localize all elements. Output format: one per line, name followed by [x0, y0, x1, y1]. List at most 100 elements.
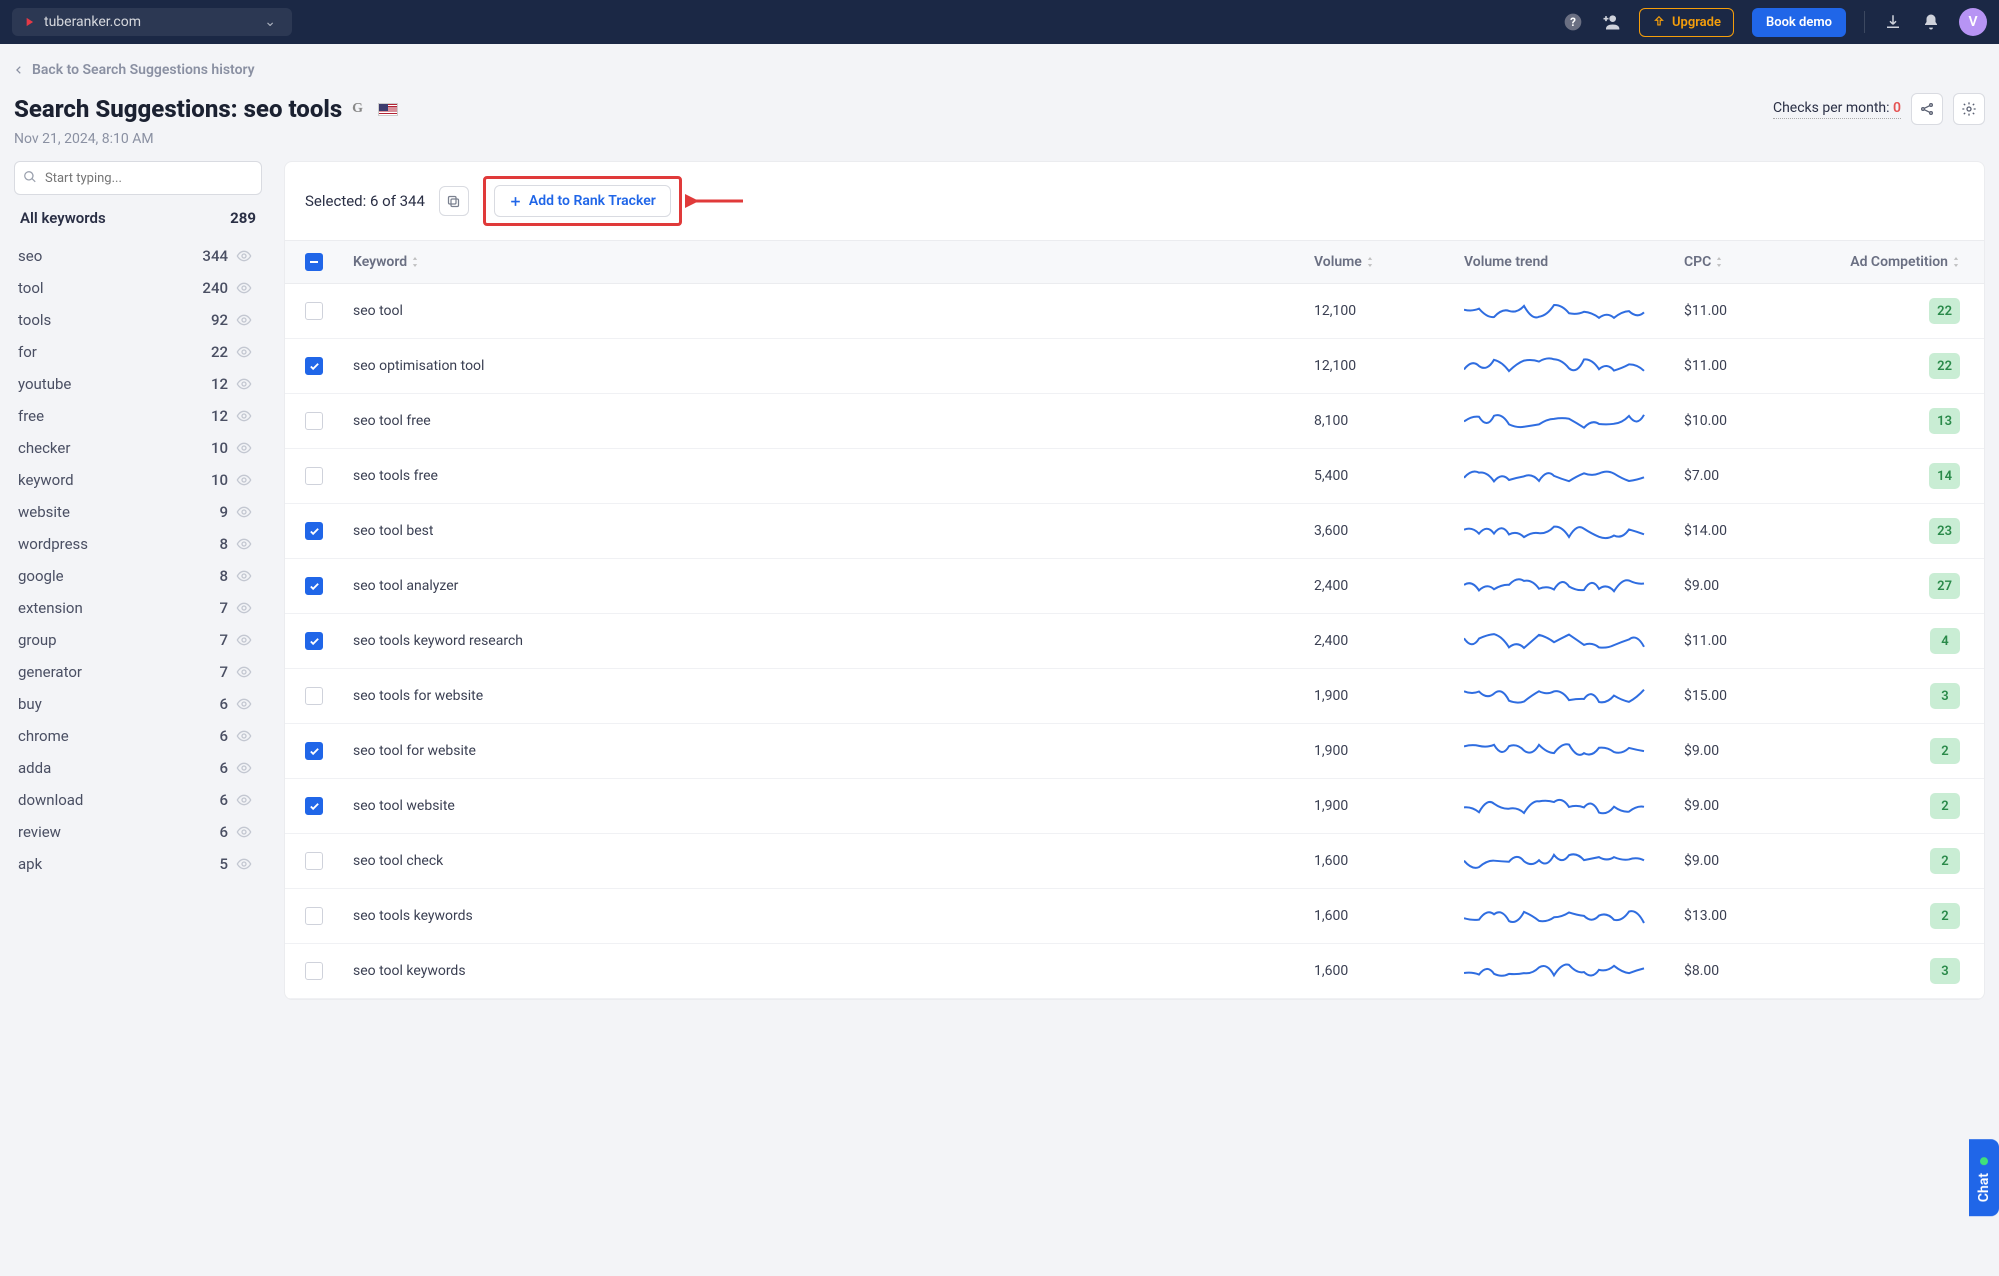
keyword-filter-list[interactable]: seo344tool240tools92for22youtube12free12… [14, 239, 262, 879]
sidebar-keyword-count: 7 [219, 663, 228, 681]
all-keywords-header[interactable]: All keywords 289 [14, 195, 262, 239]
eye-icon[interactable] [236, 600, 252, 616]
eye-icon[interactable] [236, 856, 252, 872]
sparkline-icon [1464, 461, 1654, 491]
col-keyword[interactable]: Keyword [343, 241, 1304, 283]
sidebar-keyword-item[interactable]: free12 [14, 400, 256, 432]
sidebar-keyword-item[interactable]: generator7 [14, 656, 256, 688]
help-icon[interactable]: ? [1563, 12, 1583, 32]
row-checkbox[interactable] [305, 962, 323, 980]
eye-icon[interactable] [236, 760, 252, 776]
ad-competition-badge: 13 [1929, 408, 1960, 434]
sidebar-keyword-item[interactable]: chrome6 [14, 720, 256, 752]
status-dot-icon [1980, 1157, 1988, 1165]
book-demo-button[interactable]: Book demo [1752, 8, 1846, 37]
sidebar-keyword-item[interactable]: download6 [14, 784, 256, 816]
eye-icon[interactable] [236, 696, 252, 712]
sidebar-keyword-item[interactable]: seo344 [14, 240, 256, 272]
row-checkbox[interactable] [305, 852, 323, 870]
cell-cpc: $11.00 [1674, 614, 1824, 668]
eye-icon[interactable] [236, 504, 252, 520]
sidebar-keyword-item[interactable]: youtube12 [14, 368, 256, 400]
search-input[interactable] [14, 161, 262, 195]
add-user-icon[interactable] [1601, 12, 1621, 32]
row-checkbox[interactable] [305, 467, 323, 485]
ad-competition-badge: 2 [1930, 793, 1960, 819]
upgrade-button[interactable]: Upgrade [1639, 8, 1734, 37]
row-checkbox[interactable] [305, 907, 323, 925]
sidebar-keyword-count: 92 [211, 311, 228, 329]
sidebar-keyword-item[interactable]: review6 [14, 816, 256, 848]
topbar: tuberanker.com ⌄ ? Upgrade Book demo V [0, 0, 1999, 44]
row-checkbox[interactable] [305, 412, 323, 430]
select-all-header[interactable] [285, 241, 343, 283]
row-checkbox[interactable] [305, 302, 323, 320]
url-pill[interactable]: tuberanker.com ⌄ [12, 8, 292, 36]
panel-toolbar: Selected: 6 of 344 Add to Rank Tracker [285, 162, 1984, 240]
row-checkbox[interactable] [305, 357, 323, 375]
eye-icon[interactable] [236, 664, 252, 680]
play-icon [22, 15, 36, 29]
upgrade-label: Upgrade [1672, 15, 1721, 30]
col-cpc[interactable]: CPC [1674, 241, 1824, 283]
row-checkbox[interactable] [305, 797, 323, 815]
eye-icon[interactable] [236, 408, 252, 424]
download-icon[interactable] [1883, 12, 1903, 32]
eye-icon[interactable] [236, 824, 252, 840]
sidebar-keyword-item[interactable]: extension7 [14, 592, 256, 624]
row-checkbox[interactable] [305, 577, 323, 595]
sidebar-keyword-count: 7 [219, 631, 228, 649]
eye-icon[interactable] [236, 440, 252, 456]
ad-competition-badge: 4 [1930, 628, 1960, 654]
cell-trend [1454, 394, 1674, 448]
sidebar-keyword-item[interactable]: adda6 [14, 752, 256, 784]
eye-icon[interactable] [236, 472, 252, 488]
add-to-rank-tracker-button[interactable]: Add to Rank Tracker [494, 185, 671, 217]
sidebar-keyword-item[interactable]: website9 [14, 496, 256, 528]
row-checkbox[interactable] [305, 632, 323, 650]
table-row: seo tool website1,900$9.002 [285, 779, 1984, 834]
gear-icon [1961, 101, 1977, 117]
eye-icon[interactable] [236, 344, 252, 360]
checkbox-indeterminate[interactable] [305, 253, 323, 271]
back-link[interactable]: Back to Search Suggestions history [14, 62, 255, 78]
row-checkbox[interactable] [305, 522, 323, 540]
copy-button[interactable] [439, 186, 469, 216]
eye-icon[interactable] [236, 376, 252, 392]
settings-button[interactable] [1953, 93, 1985, 125]
sidebar-keyword-item[interactable]: checker10 [14, 432, 256, 464]
eye-icon[interactable] [236, 280, 252, 296]
sparkline-icon [1464, 296, 1654, 326]
eye-icon[interactable] [236, 312, 252, 328]
eye-icon[interactable] [236, 632, 252, 648]
sidebar-keyword-item[interactable]: tools92 [14, 304, 256, 336]
separator [1864, 11, 1865, 33]
sidebar-keyword-item[interactable]: google8 [14, 560, 256, 592]
sidebar-keyword-item[interactable]: tool240 [14, 272, 256, 304]
bell-icon[interactable] [1921, 12, 1941, 32]
eye-icon[interactable] [236, 792, 252, 808]
avatar[interactable]: V [1959, 8, 1987, 36]
avatar-initial: V [1968, 14, 1977, 30]
row-checkbox[interactable] [305, 687, 323, 705]
sidebar-keyword-item[interactable]: wordpress8 [14, 528, 256, 560]
col-ad-competition[interactable]: Ad Competition [1824, 241, 1984, 283]
cell-trend [1454, 669, 1674, 723]
row-checkbox[interactable] [305, 742, 323, 760]
eye-icon[interactable] [236, 248, 252, 264]
eye-icon[interactable] [236, 536, 252, 552]
col-volume[interactable]: Volume [1304, 241, 1454, 283]
results-panel: Selected: 6 of 344 Add to Rank Tracker K… [284, 161, 1985, 1000]
sidebar-keyword-item[interactable]: for22 [14, 336, 256, 368]
cell-ad-competition: 13 [1824, 394, 1984, 448]
table-row: seo tool free8,100$10.0013 [285, 394, 1984, 449]
eye-icon[interactable] [236, 568, 252, 584]
sidebar-keyword-item[interactable]: keyword10 [14, 464, 256, 496]
chat-tab[interactable]: Chat [1969, 1139, 1999, 1216]
share-button[interactable] [1911, 93, 1943, 125]
cell-keyword: seo tool website [343, 779, 1304, 833]
eye-icon[interactable] [236, 728, 252, 744]
sidebar-keyword-item[interactable]: buy6 [14, 688, 256, 720]
sidebar-keyword-item[interactable]: group7 [14, 624, 256, 656]
sidebar-keyword-item[interactable]: apk5 [14, 848, 256, 879]
